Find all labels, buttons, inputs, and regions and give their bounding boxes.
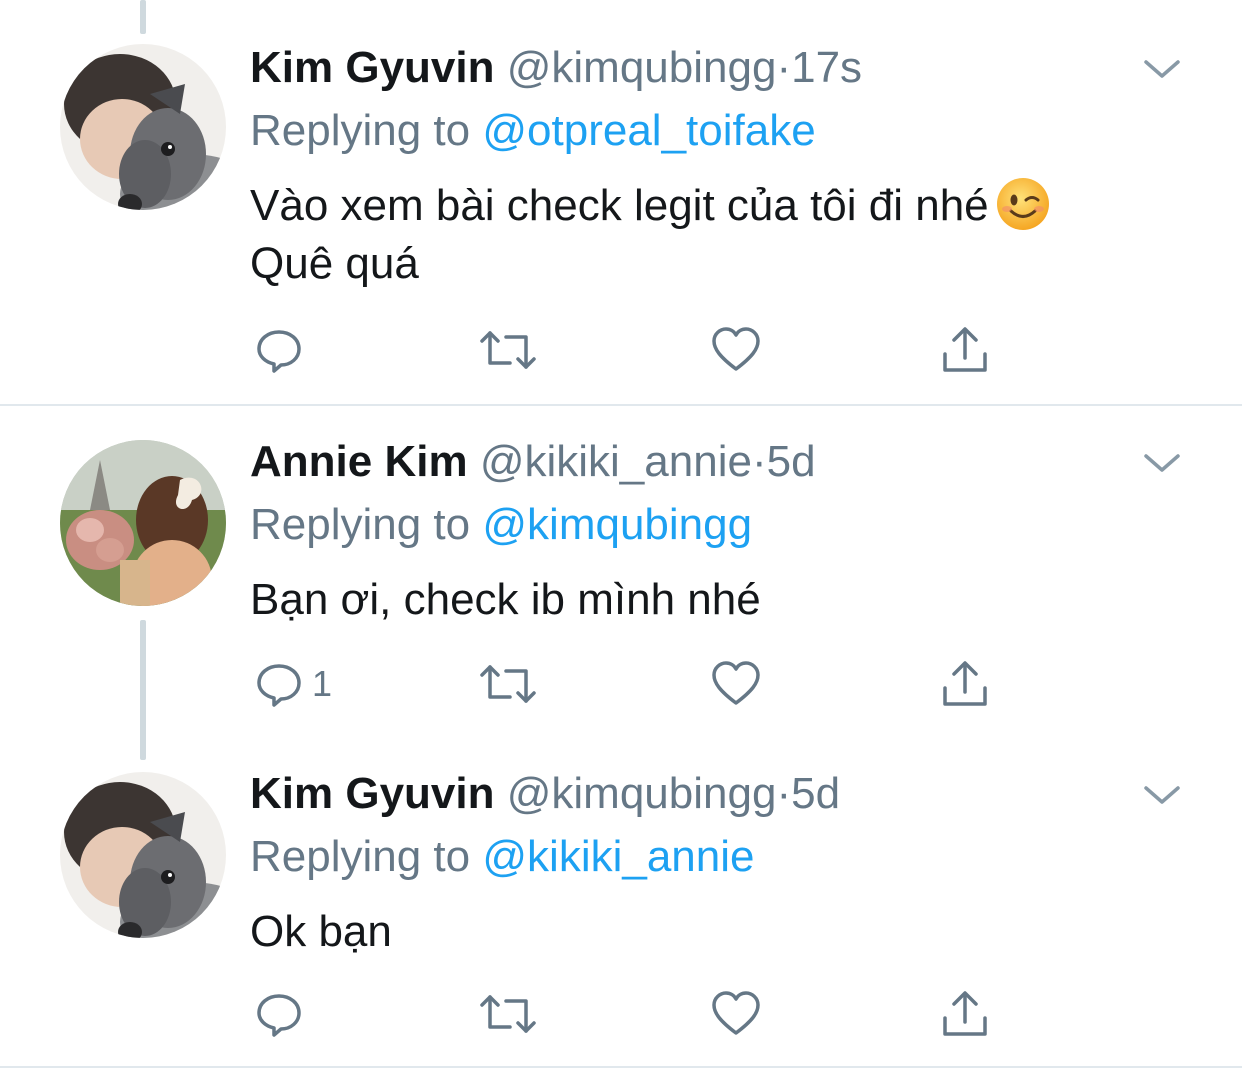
retweet-icon	[480, 665, 536, 703]
like-button[interactable]	[710, 322, 762, 378]
display-name[interactable]: Kim Gyuvin	[250, 43, 495, 92]
retweet-button[interactable]	[478, 656, 538, 712]
timestamp[interactable]: 17s	[791, 43, 862, 92]
share-icon	[943, 991, 987, 1036]
tweet-text: Bạn ơi, check ib mình nhé	[250, 572, 1210, 628]
tweet-header: Kim Gyuvin @kimqubingg·5d	[250, 766, 840, 822]
replying-prefix: Replying to	[250, 500, 471, 549]
avatar[interactable]	[60, 772, 226, 938]
reply-button[interactable]: 1	[254, 656, 332, 712]
separator-dot: ·	[751, 437, 767, 486]
heart-icon	[712, 661, 760, 705]
timestamp[interactable]: 5d	[791, 769, 840, 818]
share-icon	[943, 327, 987, 372]
tweet-text-line: Vào xem bài check legit của tôi đi nhé	[250, 181, 989, 230]
tweet-header: Annie Kim @kikiki_annie·5d	[250, 434, 816, 490]
heart-icon	[712, 991, 760, 1035]
reply-icon	[257, 664, 301, 707]
bottom-divider	[0, 1066, 1242, 1068]
avatar[interactable]	[60, 44, 226, 210]
avatar[interactable]	[60, 440, 226, 606]
share-icon	[943, 661, 987, 706]
retweet-button[interactable]	[478, 986, 538, 1042]
tweet[interactable]: Kim Gyuvin @kimqubingg·17s Replying to @…	[0, 0, 1242, 405]
chevron-down-icon[interactable]	[1140, 54, 1184, 84]
replying-to: Replying to @kimqubingg	[250, 497, 752, 553]
tweet[interactable]: Annie Kim @kikiki_annie·5d Replying to @…	[0, 406, 1242, 746]
share-button[interactable]	[940, 322, 990, 378]
retweet-icon	[480, 331, 536, 369]
share-button[interactable]	[940, 986, 990, 1042]
reply-button[interactable]	[254, 322, 312, 378]
replying-to: Replying to @kikiki_annie	[250, 829, 755, 885]
action-bar: 1	[250, 656, 1010, 716]
chevron-down-icon[interactable]	[1140, 780, 1184, 810]
chevron-down-icon[interactable]	[1140, 448, 1184, 478]
tweet-header: Kim Gyuvin @kimqubingg·17s	[250, 40, 862, 96]
replying-prefix: Replying to	[250, 106, 471, 155]
tweet-text: Vào xem bài check legit của tôi đi nhé Q…	[250, 178, 1210, 292]
action-bar	[250, 986, 1010, 1046]
replying-to: Replying to @otpreal_toifake	[250, 103, 816, 159]
reply-count: 1	[312, 663, 333, 704]
tweet[interactable]: Kim Gyuvin @kimqubingg·5d Replying to @k…	[0, 746, 1242, 1070]
reply-button[interactable]	[254, 986, 312, 1042]
reply-icon	[257, 330, 301, 373]
tweet-text: Ok bạn	[250, 904, 1210, 960]
timestamp[interactable]: 5d	[767, 437, 816, 486]
separator-dot: ·	[776, 769, 792, 818]
separator-dot: ·	[776, 43, 792, 92]
tweet-text-line: Quê quá	[250, 239, 419, 289]
mention-link[interactable]: @kikiki_annie	[482, 832, 754, 881]
heart-icon	[712, 327, 760, 371]
mention-link[interactable]: @kimqubingg	[482, 500, 752, 549]
display-name[interactable]: Kim Gyuvin	[250, 769, 495, 818]
tweet-text-line: Ok bạn	[250, 907, 392, 956]
winking-face-icon	[996, 178, 1049, 231]
user-handle[interactable]: @kimqubingg	[507, 43, 777, 92]
tweet-text-line: Bạn ơi, check ib mình nhé	[250, 575, 761, 624]
mention-link[interactable]: @otpreal_toifake	[482, 106, 815, 155]
replying-prefix: Replying to	[250, 832, 471, 881]
display-name[interactable]: Annie Kim	[250, 437, 468, 486]
like-button[interactable]	[710, 656, 762, 712]
like-button[interactable]	[710, 986, 762, 1042]
reply-icon	[257, 994, 301, 1037]
retweet-button[interactable]	[478, 322, 538, 378]
user-handle[interactable]: @kikiki_annie	[480, 437, 752, 486]
user-handle[interactable]: @kimqubingg	[507, 769, 777, 818]
action-bar	[250, 322, 1010, 382]
share-button[interactable]	[940, 656, 990, 712]
retweet-icon	[480, 995, 536, 1033]
